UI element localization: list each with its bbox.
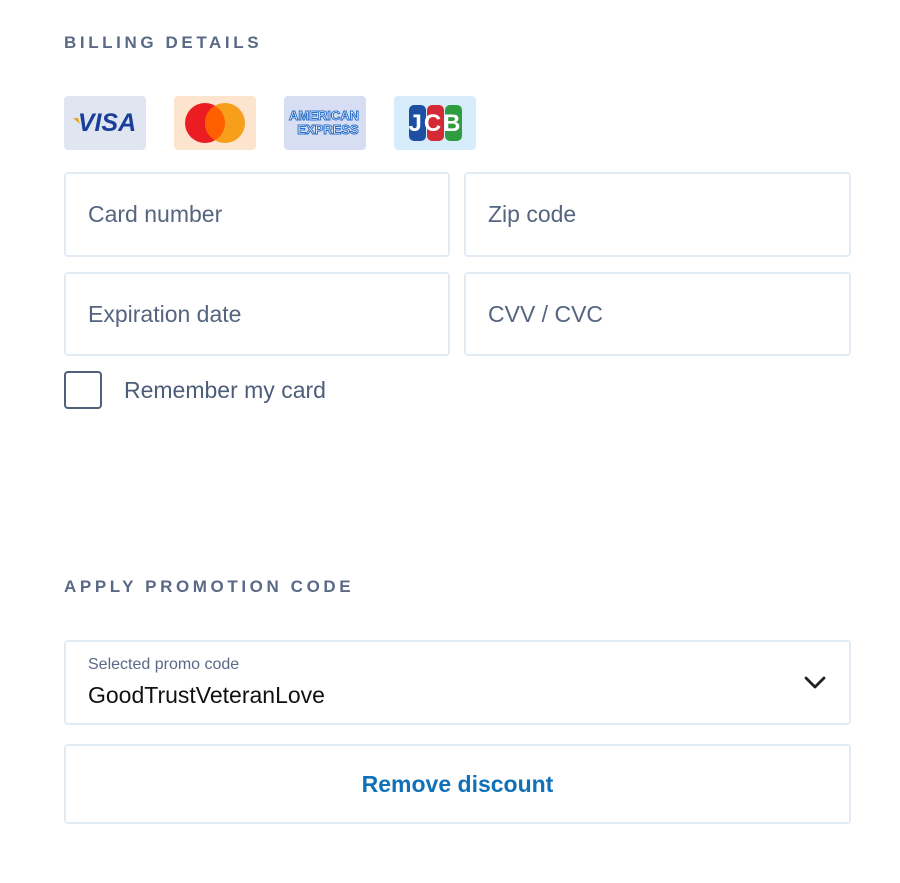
remember-card-checkbox[interactable] (64, 371, 102, 409)
jcb-logo-text: JCB (408, 110, 462, 137)
zip-code-input[interactable] (464, 172, 851, 257)
promo-code-select[interactable]: Selected promo code GoodTrustVeteranLove (64, 640, 851, 725)
card-number-input[interactable] (64, 172, 450, 257)
mastercard-logo-icon (174, 96, 256, 150)
jcb-logo-icon: JCB (394, 96, 476, 150)
chevron-down-icon (804, 676, 826, 689)
promotion-code-heading: APPLY PROMOTION CODE (64, 577, 355, 596)
remove-discount-button[interactable]: Remove discount (64, 744, 851, 824)
promo-code-selected-value: GoodTrustVeteranLove (88, 682, 325, 708)
american-express-logo-icon: AMERICAN EXPRESS (284, 96, 366, 150)
remember-card-label: Remember my card (124, 376, 326, 403)
expiration-date-input[interactable] (64, 272, 450, 356)
billing-details-heading: BILLING DETAILS (64, 33, 263, 52)
card-logos: VISA AMERICAN EXPRESS JCB (64, 96, 476, 150)
visa-logo-text: VISA (78, 109, 136, 137)
remember-card-option[interactable]: Remember my card (64, 371, 326, 409)
promo-code-select-label: Selected promo code (88, 656, 240, 673)
visa-logo-icon: VISA (64, 96, 146, 150)
amex-logo-line1: AMERICAN (289, 108, 359, 123)
cvv-input[interactable] (464, 272, 851, 356)
amex-logo-line2: EXPRESS (297, 122, 359, 137)
